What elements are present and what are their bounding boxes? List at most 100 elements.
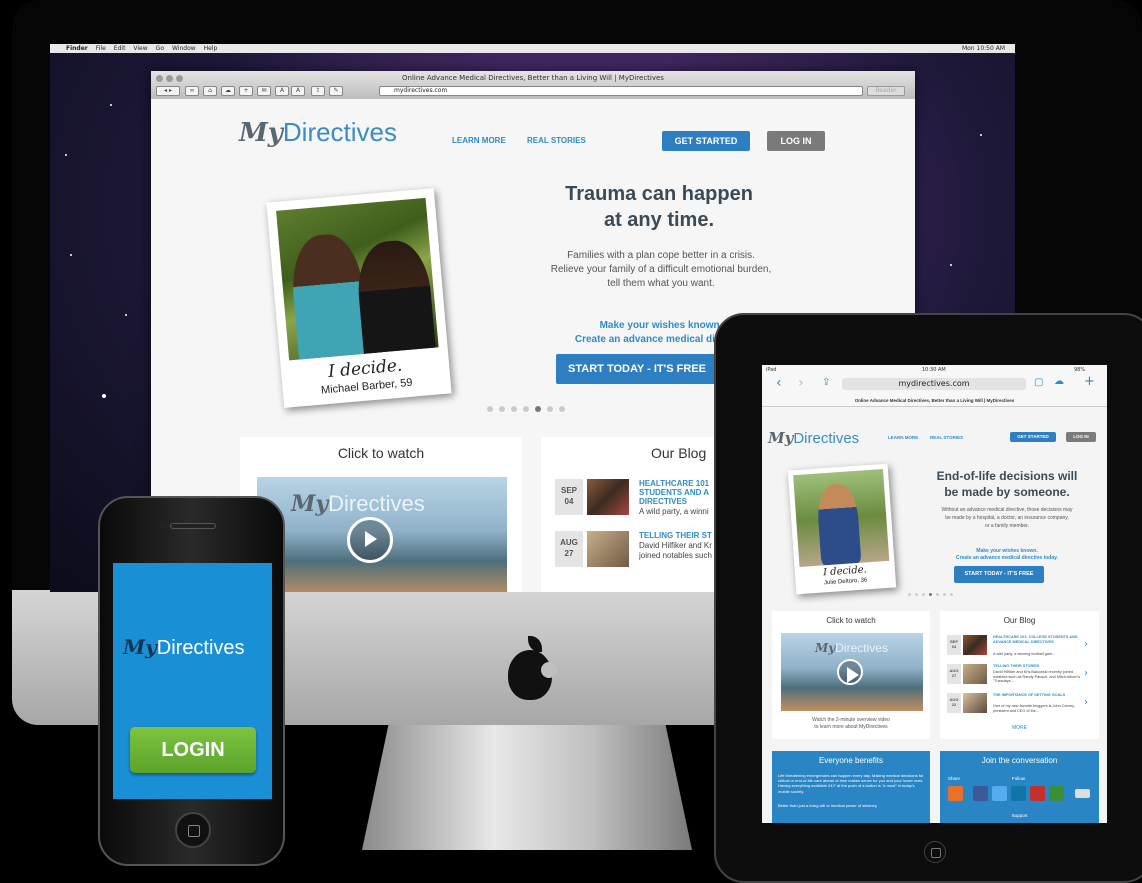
blog-title-2[interactable]: TELLING THEIR ST — [639, 531, 712, 540]
home-icon[interactable]: ⌂ — [203, 86, 217, 96]
blog-title-1[interactable]: HEALTHCARE 101 STUDENTS AND A DIRECTIVES — [639, 479, 719, 507]
ipad-forward-icon[interactable]: › — [798, 375, 804, 391]
youtube-icon[interactable] — [1030, 786, 1045, 801]
google-plus-icon[interactable] — [1049, 786, 1064, 801]
iphone-home-button[interactable] — [175, 812, 211, 848]
carousel-dot[interactable] — [547, 406, 553, 412]
more-social-icon[interactable] — [1075, 789, 1090, 798]
share-icon[interactable]: ⇪ — [311, 86, 325, 96]
ipad-blog-thumb-2[interactable] — [963, 664, 987, 684]
ipad-video-title: Click to watch — [826, 616, 876, 625]
carousel-dot[interactable] — [950, 593, 953, 596]
facebook-icon[interactable] — [973, 786, 988, 801]
ipad-nav-real-stories[interactable]: REAL STORIES — [930, 435, 963, 440]
address-bar[interactable]: mydirectives.com — [379, 86, 863, 96]
ipad-blog-card: Our Blog SEP 04 HEALTHCARE 101: COLLEGE S… — [940, 611, 1099, 739]
site-logo[interactable]: MyDirectives — [239, 117, 397, 148]
icloud-icon[interactable]: ☁ — [221, 86, 235, 96]
twitter-icon[interactable] — [992, 786, 1007, 801]
log-in-button[interactable]: LOG IN — [767, 131, 825, 151]
blog-thumb-1[interactable] — [587, 479, 629, 515]
ipad-video-thumbnail[interactable]: MyDirectives — [781, 633, 923, 711]
safari-titlebar: Online Advance Medical Directives, Bette… — [151, 71, 915, 99]
share-plus-icon[interactable] — [948, 786, 963, 801]
reading-list-icon[interactable]: ∞ — [185, 86, 199, 96]
ipad-status-carrier: iPad — [766, 367, 777, 373]
text-smaller-icon[interactable]: A — [275, 86, 289, 96]
carousel-dot[interactable] — [922, 593, 925, 596]
ipad-benefits-text-1: Life threatening emergencies can happen … — [778, 773, 924, 794]
ipad-support-label: Support — [1011, 813, 1028, 818]
carousel-dot[interactable] — [559, 406, 565, 412]
ipad-log-in-button[interactable]: LOG IN — [1066, 432, 1096, 442]
text-larger-icon[interactable]: A — [291, 86, 305, 96]
nav-real-stories[interactable]: REAL STORIES — [527, 136, 586, 145]
iphone-login-button[interactable]: LOGIN — [130, 727, 256, 773]
chevron-right-icon[interactable]: › — [1084, 639, 1088, 650]
ipad-new-tab-icon[interactable]: + — [1084, 374, 1095, 389]
menu-view[interactable]: View — [133, 45, 147, 52]
start-today-button[interactable]: START TODAY - IT'S FREE — [556, 354, 718, 384]
ipad-blog-thumb-1[interactable] — [963, 635, 987, 655]
blog-thumb-2[interactable] — [587, 531, 629, 567]
ipad-bookmarks-icon[interactable]: ▢ — [1034, 377, 1043, 388]
ipad-blog-more-link[interactable]: MORE — [940, 725, 1099, 731]
nav-learn-more[interactable]: LEARN MORE — [452, 136, 506, 145]
ipad-cloud-icon[interactable]: ☁ — [1054, 376, 1064, 387]
carousel-dot-active[interactable] — [929, 593, 932, 596]
video-thumbnail[interactable]: MyDirectives — [257, 477, 507, 592]
menu-window[interactable]: Window — [172, 45, 196, 52]
menu-file[interactable]: File — [96, 45, 106, 52]
ipad-get-started-button[interactable]: GET STARTED — [1010, 432, 1056, 442]
carousel-dot[interactable] — [915, 593, 918, 596]
chevron-right-icon[interactable]: › — [1084, 697, 1088, 708]
menu-edit[interactable]: Edit — [114, 45, 126, 52]
ipad-start-today-button[interactable]: START TODAY - IT'S FREE — [954, 566, 1044, 583]
video-card-title: Click to watch — [337, 445, 425, 461]
ipad-address-bar[interactable]: mydirectives.com — [842, 378, 1026, 390]
carousel-dot-active[interactable] — [535, 406, 541, 412]
reader-button[interactable]: Reader — [867, 86, 905, 96]
blog-month: SEP — [560, 486, 577, 495]
ipad-logo-word: Directives — [793, 430, 860, 447]
ipad-blog-title-1[interactable]: HEALTHCARE 101: COLLEGE STUDENTS AND ADV… — [993, 635, 1081, 645]
mail-icon[interactable]: ✉ — [257, 86, 271, 96]
ipad-play-icon[interactable] — [837, 659, 863, 685]
ipad-site-logo[interactable]: MyDirectives — [768, 429, 859, 447]
menubar-clock[interactable]: Mon 10:50 AM — [962, 45, 1015, 52]
carousel-dot[interactable] — [487, 406, 493, 412]
carousel-dots — [487, 406, 565, 412]
photo-woman — [354, 237, 437, 361]
imac-stand — [362, 725, 692, 850]
blog-text-1: A wild party, a winni — [639, 507, 709, 516]
ipad-blog-title-2[interactable]: TELLING THEIR STORIES — [993, 664, 1081, 669]
ipad-screen: iPad 10:30 AM 98% ‹ › ⇪ mydirectives.com… — [762, 365, 1107, 823]
carousel-dot[interactable] — [499, 406, 505, 412]
carousel-dot[interactable] — [943, 593, 946, 596]
ipad-share-icon[interactable]: ⇪ — [822, 377, 830, 388]
ipad-back-icon[interactable]: ‹ — [776, 375, 782, 391]
menu-go[interactable]: Go — [156, 45, 164, 52]
menu-finder[interactable]: Finder — [66, 45, 88, 52]
carousel-dot[interactable] — [936, 593, 939, 596]
ipad-blog-thumb-3[interactable] — [963, 693, 987, 713]
ipad-nav-learn-more[interactable]: LEARN MORE — [888, 435, 918, 440]
carousel-dot[interactable] — [523, 406, 529, 412]
settings-wrench-icon[interactable]: ✎ — [329, 86, 343, 96]
chevron-right-icon[interactable]: › — [1084, 668, 1088, 679]
back-forward-button[interactable]: ◂ ▸ — [156, 86, 180, 96]
get-started-button[interactable]: GET STARTED — [662, 131, 750, 151]
carousel-dot[interactable] — [511, 406, 517, 412]
carousel-dot[interactable] — [908, 593, 911, 596]
menu-help[interactable]: Help — [204, 45, 218, 52]
ipad-headline-2: be made by someone. — [944, 485, 1070, 499]
linkedin-icon[interactable] — [1011, 786, 1026, 801]
hero-photo — [276, 197, 439, 361]
logo-script: My — [239, 118, 283, 148]
ipad-blog-text-3: One of my new favorite bloggers is John … — [993, 704, 1075, 713]
ipad-home-button[interactable] — [924, 841, 946, 863]
add-bookmark-icon[interactable]: + — [239, 86, 253, 96]
ipad-page-title: Online Advance Medical Directives, Bette… — [854, 398, 1015, 403]
play-icon[interactable] — [347, 517, 393, 563]
ipad-blog-title-3[interactable]: THE IMPORTANCE OF SETTING GOALS — [993, 693, 1081, 698]
